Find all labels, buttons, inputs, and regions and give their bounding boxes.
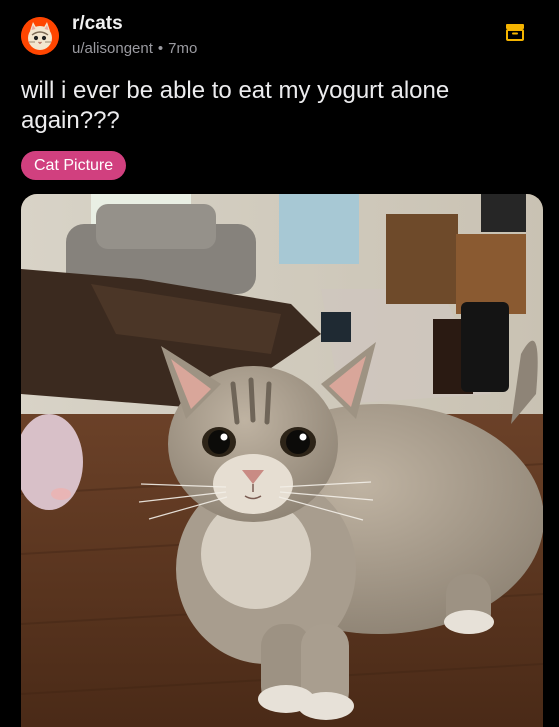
post-image[interactable]	[21, 194, 543, 727]
post-title[interactable]: will i ever be able to eat my yogurt alo…	[21, 76, 531, 136]
post-flair[interactable]: Cat Picture	[21, 151, 127, 180]
meta-separator: •	[157, 40, 164, 57]
author-link[interactable]: u/alisongent	[72, 40, 153, 57]
archive-icon[interactable]	[505, 22, 525, 42]
cat-avatar-icon[interactable]	[21, 17, 59, 55]
subreddit-name[interactable]: r/cats	[72, 13, 123, 35]
post-meta: u/alisongent • 7mo	[72, 40, 197, 57]
post-age: 7mo	[168, 40, 198, 57]
post-header: r/cats u/alisongent • 7mo	[0, 0, 559, 70]
